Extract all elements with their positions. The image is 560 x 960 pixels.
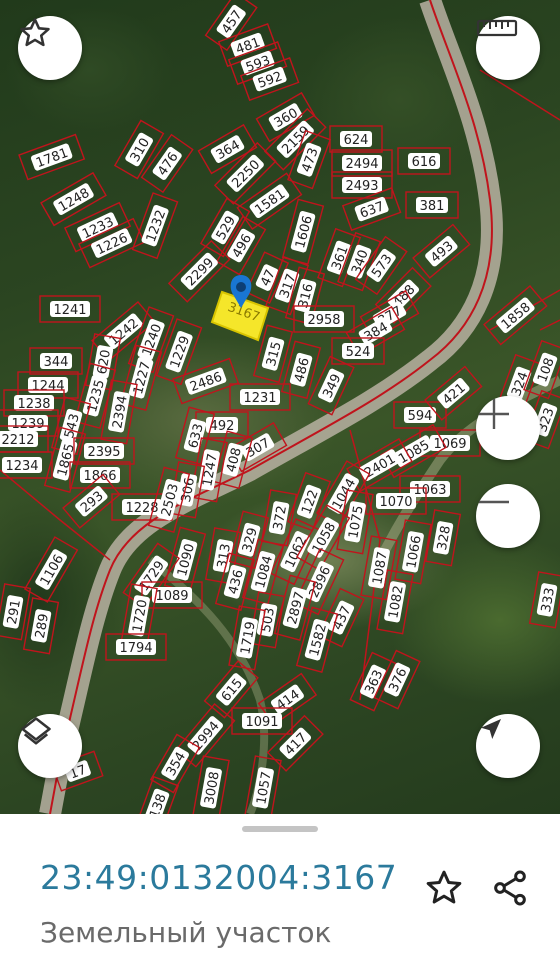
- parcel[interactable]: 289: [22, 597, 60, 655]
- zoom-in-button[interactable]: [476, 396, 540, 460]
- parcel-label: 1089: [155, 589, 188, 604]
- star-outline-icon: [20, 18, 50, 47]
- parcel[interactable]: 1234: [0, 451, 53, 479]
- share-icon: [494, 870, 526, 906]
- parcel-label: 1232: [144, 208, 169, 244]
- parcel[interactable]: 1232: [131, 192, 179, 260]
- map-view[interactable]: 457 481 593 592 360 2159 473 624 2494 616 2493 637 3…: [0, 0, 560, 814]
- plus-icon: [479, 399, 509, 429]
- parcel-label: 1244: [31, 379, 64, 394]
- parcel[interactable]: 1866: [69, 461, 131, 489]
- parcel[interactable]: 333: [528, 571, 560, 629]
- cadastral-number: 23:49:0132004:3167: [40, 858, 398, 897]
- parcel[interactable]: 291: [0, 583, 32, 641]
- parcel[interactable]: 328: [424, 509, 462, 567]
- parcel[interactable]: 1794: [105, 633, 167, 661]
- parcel-label: 633: [186, 422, 207, 450]
- parcel[interactable]: 1606: [281, 198, 325, 265]
- parcel[interactable]: 1248: [40, 171, 107, 227]
- layers-button[interactable]: [18, 714, 82, 778]
- parcel[interactable]: 624: [329, 125, 383, 153]
- parcel-label: 2395: [87, 445, 120, 460]
- navigation-arrow-icon: [481, 719, 501, 739]
- minus-icon: [479, 500, 509, 504]
- parcel-label: 1091: [245, 715, 278, 730]
- object-type-label: Земельный участок: [40, 916, 332, 949]
- parcel[interactable]: 524: [331, 337, 385, 365]
- parcel[interactable]: 1781: [18, 133, 86, 181]
- star-outline-icon: [426, 870, 462, 904]
- parcel-label: 328: [435, 525, 454, 552]
- parcel-label: 372: [271, 505, 290, 532]
- parcel-label: 291: [5, 599, 24, 626]
- parcel-label: 2958: [307, 313, 340, 328]
- share-button[interactable]: [488, 866, 532, 910]
- parcel[interactable]: 493: [412, 223, 471, 279]
- parcel-label: 344: [44, 355, 69, 370]
- parcel-label: 2212: [1, 433, 34, 448]
- parcel-label: 1241: [53, 303, 86, 318]
- parcel-label: 315: [264, 340, 285, 368]
- parcel[interactable]: 1858: [483, 285, 548, 346]
- parcel-label: 333: [539, 587, 558, 614]
- parcel-label: 289: [33, 613, 52, 640]
- parcel-label: 381: [420, 199, 445, 214]
- parcel-label: 620: [95, 349, 114, 376]
- parcel-label: 2493: [345, 179, 378, 194]
- bottom-sheet[interactable]: 23:49:0132004:3167 Земельный участок: [0, 814, 560, 960]
- parcel-label: 1070: [379, 495, 412, 510]
- parcel-label: 524: [346, 345, 371, 360]
- my-location-button[interactable]: [476, 714, 540, 778]
- parcel[interactable]: 1720: [120, 583, 158, 649]
- parcel[interactable]: 1244: [17, 371, 79, 399]
- parcel-label: 1239: [11, 417, 44, 432]
- parcel-label: 1231: [243, 391, 276, 406]
- parcel-label: 2486: [188, 370, 224, 395]
- parcel-label: 2494: [345, 157, 378, 172]
- parcel[interactable]: 1582: [295, 606, 339, 673]
- ruler-icon: [476, 19, 518, 37]
- parcel-label: 624: [344, 133, 369, 148]
- sheet-drag-handle[interactable]: [242, 826, 318, 832]
- parcel[interactable]: 1106: [23, 536, 79, 603]
- parcel[interactable]: 1719: [228, 605, 266, 671]
- parcel-label: 1063: [413, 483, 446, 498]
- ruler-button[interactable]: [476, 16, 540, 80]
- parcel[interactable]: 1241: [39, 295, 101, 323]
- parcel-label: 486: [292, 356, 313, 384]
- parcel-label: 1794: [119, 641, 152, 656]
- parcel-label: 543: [62, 412, 83, 440]
- favorite-button[interactable]: [18, 16, 82, 80]
- parcel[interactable]: 616: [397, 147, 451, 175]
- sheet-favorite-button[interactable]: [422, 866, 466, 910]
- parcel-label: 594: [408, 409, 433, 424]
- parcel[interactable]: 2299: [167, 239, 231, 303]
- parcel-label: 1781: [34, 146, 70, 171]
- parcel[interactable]: 344: [29, 347, 83, 375]
- parcel[interactable]: 1231: [229, 383, 291, 411]
- parcel-label: 1234: [5, 459, 38, 474]
- parcel-label: 616: [412, 155, 437, 170]
- zoom-out-button[interactable]: [476, 484, 540, 548]
- parcel-label: 1229: [168, 334, 193, 370]
- layers-icon: [21, 717, 51, 745]
- parcel-label: 1069: [433, 437, 466, 452]
- parcel[interactable]: 381: [405, 191, 459, 219]
